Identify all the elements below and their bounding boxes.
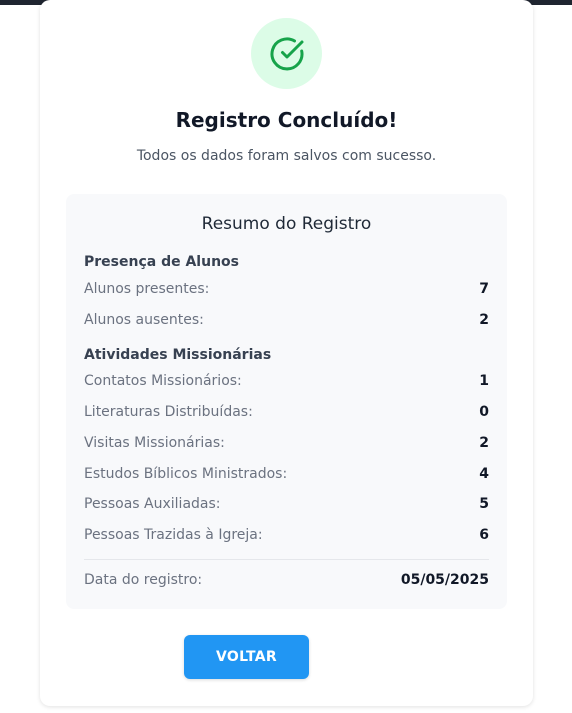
summary-row-absent: Alunos ausentes: 2 (84, 312, 489, 328)
divider (84, 559, 489, 560)
row-label: Literaturas Distribuídas: (84, 404, 253, 420)
row-label: Pessoas Trazidas à Igreja: (84, 527, 263, 543)
summary-row-date: Data do registro: 05/05/2025 (84, 572, 489, 588)
row-value: 5 (479, 496, 489, 512)
row-label: Alunos presentes: (84, 281, 210, 297)
row-value: 0 (479, 404, 489, 420)
summary-row-bible-studies: Estudos Bíblicos Ministrados: 4 (84, 466, 489, 482)
row-value: 4 (479, 466, 489, 482)
summary-title: Resumo do Registro (201, 214, 372, 234)
row-value: 1 (479, 373, 489, 389)
attendance-section-title: Presença de Alunos (84, 254, 239, 270)
back-button[interactable]: VOLTAR (184, 635, 309, 679)
summary-row-people-helped: Pessoas Auxiliadas: 5 (84, 496, 489, 512)
row-label: Alunos ausentes: (84, 312, 204, 328)
row-label: Visitas Missionárias: (84, 435, 225, 451)
confirmation-card: Registro Concluído! Todos os dados foram… (40, 0, 533, 706)
row-label: Pessoas Auxiliadas: (84, 496, 221, 512)
check-circle-icon (269, 37, 303, 70)
summary-row-visits: Visitas Missionárias: 2 (84, 435, 489, 451)
summary-row-present: Alunos presentes: 7 (84, 281, 489, 297)
summary-row-people-brought: Pessoas Trazidas à Igreja: 6 (84, 527, 489, 543)
page-title: Registro Concluído! (175, 108, 398, 132)
summary-panel: Resumo do Registro Presença de Alunos Al… (66, 194, 507, 609)
row-value: 6 (479, 527, 489, 543)
row-value: 2 (479, 435, 489, 451)
summary-row-literature: Literaturas Distribuídas: 0 (84, 404, 489, 420)
row-label: Contatos Missionários: (84, 373, 242, 389)
page-subtitle: Todos os dados foram salvos com sucesso. (136, 148, 437, 164)
date-label: Data do registro: (84, 572, 203, 588)
summary-row-contacts: Contatos Missionários: 1 (84, 373, 489, 389)
missionary-section-title: Atividades Missionárias (84, 347, 272, 363)
row-label: Estudos Bíblicos Ministrados: (84, 466, 288, 482)
row-value: 2 (479, 312, 489, 328)
success-badge (251, 18, 322, 89)
row-value: 7 (479, 281, 489, 297)
date-value: 05/05/2025 (400, 572, 489, 588)
